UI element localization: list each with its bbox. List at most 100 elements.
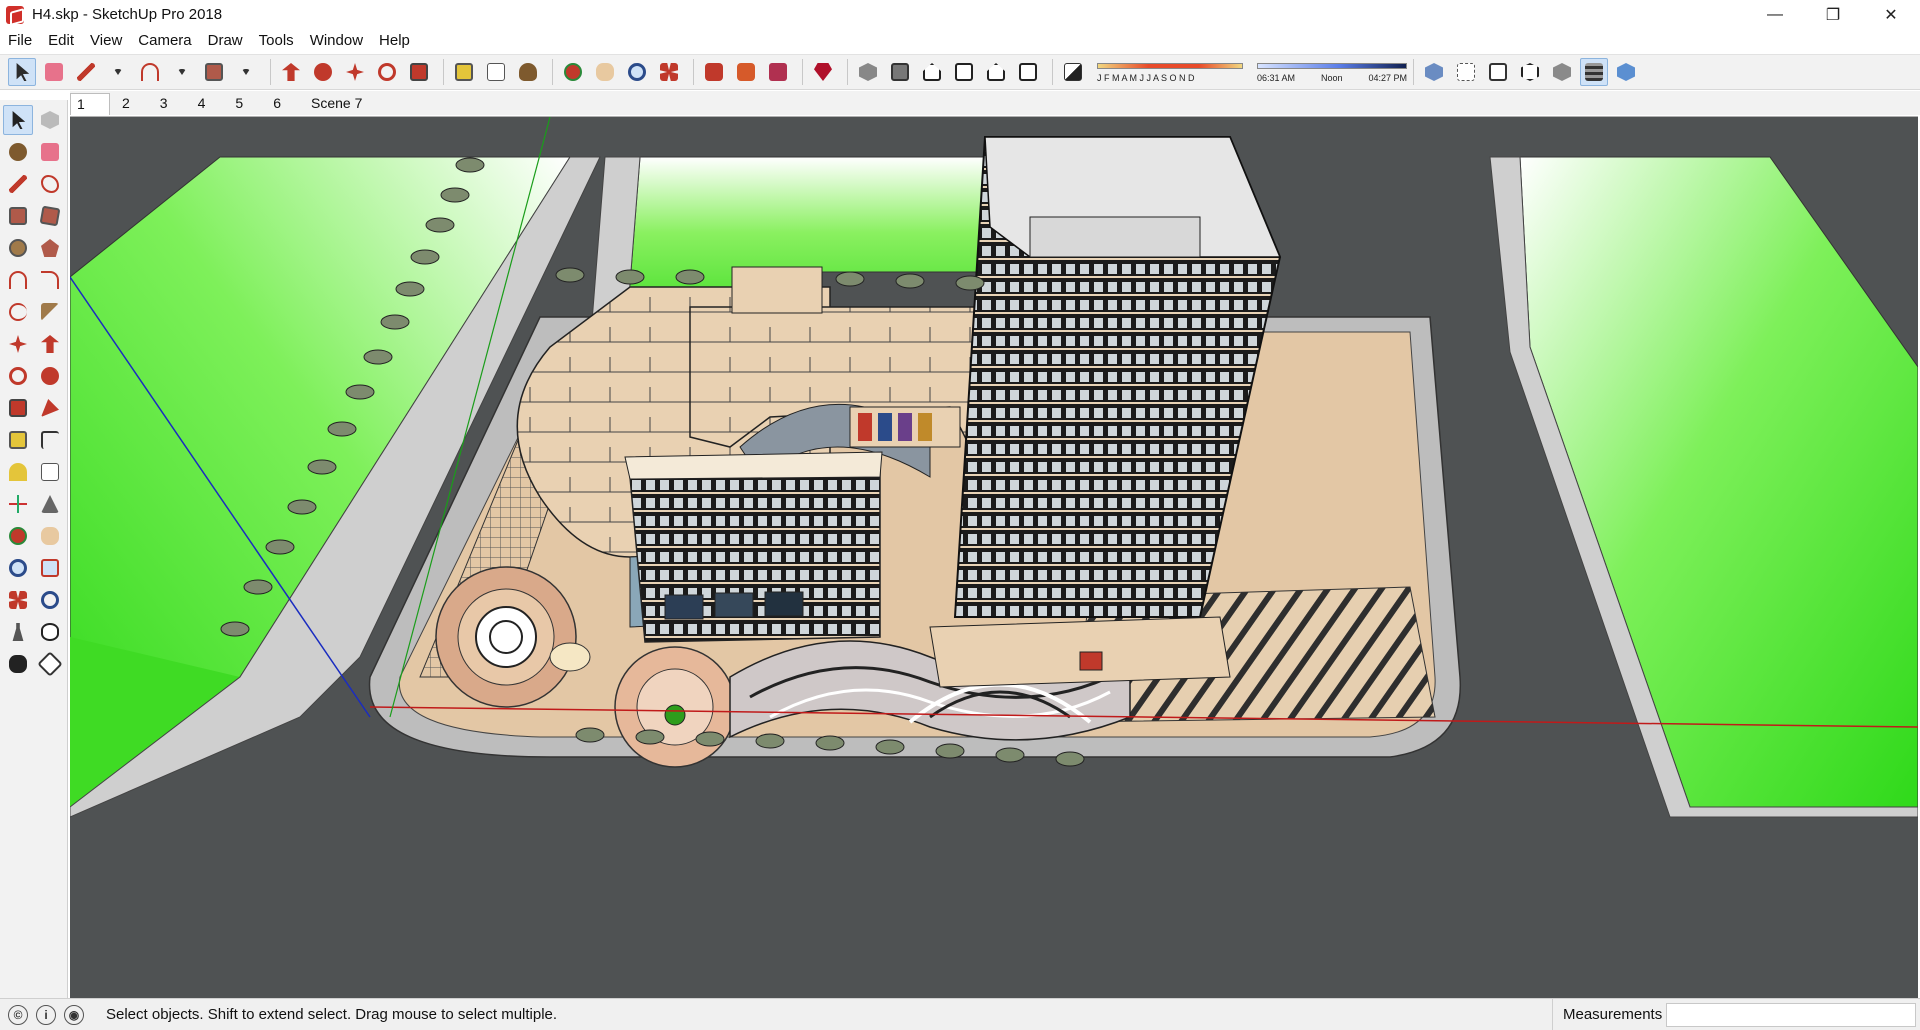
- text-tool-button[interactable]: [482, 58, 510, 86]
- menu-edit[interactable]: Edit: [40, 29, 82, 53]
- palette-position-camera-button[interactable]: [3, 617, 33, 647]
- zoom-tool-button[interactable]: [623, 58, 651, 86]
- palette-zoom-button[interactable]: [3, 553, 33, 583]
- view-back-button[interactable]: [982, 58, 1010, 86]
- palette-select-button[interactable]: [3, 105, 33, 135]
- user-account-icon[interactable]: ◉: [64, 1004, 84, 1025]
- palette-offset-button[interactable]: [35, 393, 65, 423]
- paint-bucket-button[interactable]: [514, 58, 542, 86]
- measurements-input[interactable]: [1666, 1003, 1916, 1027]
- push-pull-tool-button[interactable]: [277, 58, 305, 86]
- palette-scale-button[interactable]: [3, 393, 33, 423]
- menu-view[interactable]: View: [82, 29, 130, 53]
- scene-tab-3[interactable]: 3: [152, 93, 176, 115]
- geo-location-icon[interactable]: ©: [8, 1004, 28, 1025]
- hand-icon: [41, 527, 59, 545]
- view-top-button[interactable]: [886, 58, 914, 86]
- style-shaded-button[interactable]: [1548, 58, 1576, 86]
- 3d-warehouse-button[interactable]: [700, 58, 728, 86]
- menu-camera[interactable]: Camera: [130, 29, 199, 53]
- style-textured-button[interactable]: [1580, 58, 1608, 86]
- palette-line-button[interactable]: [3, 169, 33, 199]
- scene-tab-4[interactable]: 4: [190, 93, 214, 115]
- rectangle-tool-button[interactable]: [200, 58, 228, 86]
- palette-rectangle-button[interactable]: [3, 201, 33, 231]
- palette-previous-button[interactable]: [35, 585, 65, 615]
- extension-manager-button[interactable]: [809, 58, 837, 86]
- style-hiddenline-button[interactable]: [1516, 58, 1544, 86]
- rotate-tool-button[interactable]: [373, 58, 401, 86]
- zoom-extents-button[interactable]: [655, 58, 683, 86]
- menu-window[interactable]: Window: [302, 29, 371, 53]
- palette-move-button[interactable]: [3, 329, 33, 359]
- menu-draw[interactable]: Draw: [200, 29, 251, 53]
- credits-info-icon[interactable]: i: [36, 1004, 56, 1025]
- shadow-month-slider[interactable]: J F M A M J J A S O N D: [1097, 58, 1243, 86]
- palette-pie-button[interactable]: [35, 297, 65, 327]
- palette-protractor-button[interactable]: [3, 457, 33, 487]
- view-left-button[interactable]: [1014, 58, 1042, 86]
- palette-rotated-rect-button[interactable]: [35, 201, 65, 231]
- scene-tab-2[interactable]: 2: [114, 93, 138, 115]
- scene-tab-5[interactable]: 5: [227, 93, 251, 115]
- model-viewport[interactable]: [70, 116, 1918, 998]
- menu-tools[interactable]: Tools: [251, 29, 302, 53]
- palette-pan-button[interactable]: [35, 521, 65, 551]
- follow-me-tool-button[interactable]: [309, 58, 337, 86]
- view-front-button[interactable]: [918, 58, 946, 86]
- style-xray-button[interactable]: [1420, 58, 1448, 86]
- palette-polygon-button[interactable]: [35, 233, 65, 263]
- extension-warehouse-button[interactable]: [732, 58, 760, 86]
- palette-text-button[interactable]: [35, 457, 65, 487]
- orbit-tool-button[interactable]: [559, 58, 587, 86]
- palette-arc-button[interactable]: [3, 265, 33, 295]
- palette-2pt-arc-button[interactable]: [35, 265, 65, 295]
- palette-component-button[interactable]: [35, 105, 65, 135]
- palette-rotate-button[interactable]: [3, 361, 33, 391]
- palette-section-button[interactable]: [35, 649, 65, 679]
- palette-axes-button[interactable]: [3, 489, 33, 519]
- close-button[interactable]: ✕: [1862, 0, 1920, 29]
- style-monochrome-button[interactable]: [1612, 58, 1640, 86]
- palette-freehand-button[interactable]: [35, 169, 65, 199]
- select-tool-button[interactable]: [8, 58, 36, 86]
- scene-tab-7[interactable]: Scene 7: [303, 93, 370, 115]
- view-iso-button[interactable]: [854, 58, 882, 86]
- palette-zoom-window-button[interactable]: [35, 553, 65, 583]
- palette-orbit-button[interactable]: [3, 521, 33, 551]
- line-tool-dropdown[interactable]: [104, 58, 132, 86]
- view-right-button[interactable]: [950, 58, 978, 86]
- palette-dimension-button[interactable]: [35, 425, 65, 455]
- palette-follow-me-button[interactable]: [35, 361, 65, 391]
- pan-tool-button[interactable]: [591, 58, 619, 86]
- tape-measure-button[interactable]: [450, 58, 478, 86]
- palette-3pt-arc-button[interactable]: [3, 297, 33, 327]
- restore-button[interactable]: ❐: [1804, 0, 1862, 29]
- minimize-button[interactable]: —: [1746, 0, 1804, 29]
- line-tool-button[interactable]: [72, 58, 100, 86]
- palette-circle-button[interactable]: [3, 233, 33, 263]
- eraser-tool-button[interactable]: [40, 58, 68, 86]
- arc-tool-button[interactable]: [136, 58, 164, 86]
- move-tool-button[interactable]: [341, 58, 369, 86]
- palette-walk-button[interactable]: [3, 649, 33, 679]
- menu-file[interactable]: File: [0, 29, 40, 53]
- palette-push-pull-button[interactable]: [35, 329, 65, 359]
- palette-eraser-button[interactable]: [35, 137, 65, 167]
- share-model-button[interactable]: [764, 58, 792, 86]
- palette-tape-button[interactable]: [3, 425, 33, 455]
- shadows-toggle-button[interactable]: [1059, 58, 1087, 86]
- palette-zoom-extents-button[interactable]: [3, 585, 33, 615]
- palette-3d-text-button[interactable]: [35, 489, 65, 519]
- palette-look-around-button[interactable]: [35, 617, 65, 647]
- scene-tab-6[interactable]: 6: [265, 93, 289, 115]
- style-backedges-button[interactable]: [1452, 58, 1480, 86]
- shape-tool-dropdown[interactable]: [232, 58, 260, 86]
- scale-tool-button[interactable]: [405, 58, 433, 86]
- palette-paint-button[interactable]: [3, 137, 33, 167]
- shadow-time-slider[interactable]: 06:31 AM Noon 04:27 PM: [1257, 58, 1407, 86]
- arc-tool-dropdown[interactable]: [168, 58, 196, 86]
- style-wireframe-button[interactable]: [1484, 58, 1512, 86]
- scene-tab-1[interactable]: 1: [70, 93, 110, 115]
- menu-help[interactable]: Help: [371, 29, 418, 53]
